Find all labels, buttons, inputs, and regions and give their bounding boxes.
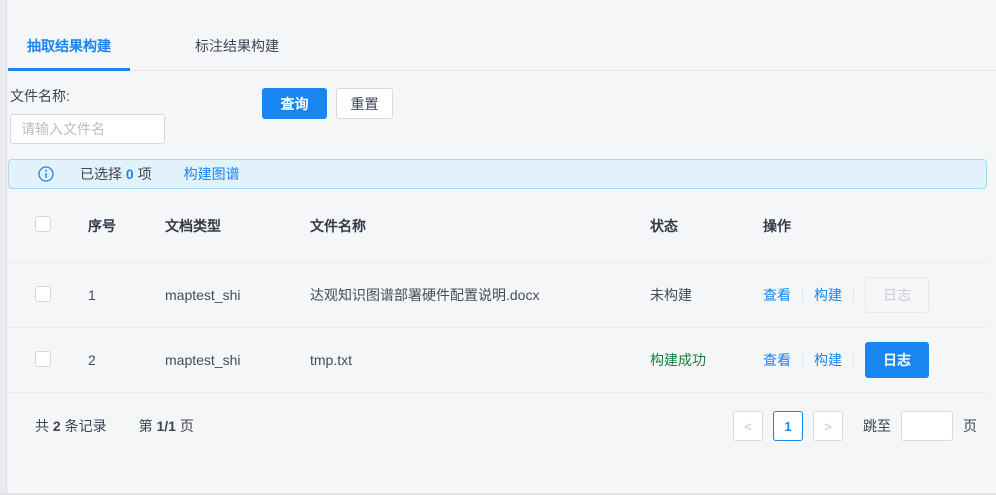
table-row: 2 maptest_shi tmp.txt 构建成功 查看 构建 日志	[8, 328, 987, 393]
jump-page-input[interactable]	[901, 411, 953, 441]
row-status: 构建成功	[650, 350, 763, 370]
header-doc-type: 文档类型	[165, 216, 310, 236]
chevron-left-icon: <	[744, 419, 752, 434]
action-divider	[802, 288, 803, 302]
row-checkbox[interactable]	[35, 286, 51, 302]
selected-count: 0	[126, 166, 134, 182]
chevron-right-icon: >	[824, 419, 832, 434]
filename-input[interactable]	[10, 114, 165, 144]
view-link[interactable]: 查看	[763, 285, 791, 305]
record-summary: 共 2 条记录 第 1/1 页	[8, 416, 194, 436]
next-page-button[interactable]: >	[813, 411, 843, 441]
row-actions: 查看 构建 日志	[763, 342, 987, 378]
search-button[interactable]: 查询	[262, 88, 327, 119]
row-file-name: 达观知识图谱部署硬件配置说明.docx	[310, 285, 650, 305]
tab-extract-label: 抽取结果构建	[27, 38, 111, 54]
row-file-name: tmp.txt	[310, 352, 650, 368]
selected-suffix: 项	[138, 166, 152, 182]
header-checkbox-cell	[8, 216, 88, 235]
active-tab-underline	[8, 68, 130, 71]
total-prefix: 共	[35, 418, 49, 434]
page-suffix: 页	[180, 418, 194, 434]
build-graph-link[interactable]: 构建图谱	[184, 164, 240, 184]
action-divider	[802, 353, 803, 367]
tab-extract-result-build[interactable]: 抽取结果构建	[8, 30, 130, 70]
filter-buttons: 查询 重置	[262, 88, 393, 119]
row-doc-type: maptest_shi	[165, 352, 310, 368]
page-prefix: 第	[139, 418, 153, 434]
row-checkbox-cell	[8, 286, 88, 305]
header-file-name: 文件名称	[310, 216, 650, 236]
row-checkbox-cell	[8, 351, 88, 370]
header-status: 状态	[650, 216, 763, 236]
row-doc-type: maptest_shi	[165, 287, 310, 303]
page-summary-text: 第 1/1 页	[139, 416, 194, 436]
page-value: 1/1	[156, 418, 175, 434]
filename-field-group: 文件名称:	[10, 86, 165, 144]
build-link[interactable]: 构建	[814, 285, 842, 305]
page-number-button[interactable]: 1	[773, 411, 803, 441]
total-suffix: 条记录	[65, 418, 107, 434]
action-divider	[853, 288, 854, 302]
table-row: 1 maptest_shi 达观知识图谱部署硬件配置说明.docx 未构建 查看…	[8, 263, 987, 328]
tab-annotate-label: 标注结果构建	[195, 38, 279, 54]
row-index: 2	[88, 352, 165, 368]
page-edge-strip	[0, 0, 7, 493]
table-footer: 共 2 条记录 第 1/1 页 < 1 > 跳至 页	[8, 410, 987, 442]
prev-page-button[interactable]: <	[733, 411, 763, 441]
select-all-checkbox[interactable]	[35, 216, 51, 232]
filename-label: 文件名称:	[10, 86, 165, 106]
info-icon	[38, 166, 54, 182]
row-status: 未构建	[650, 285, 763, 305]
row-checkbox[interactable]	[35, 351, 51, 367]
tab-annotate-result-build[interactable]: 标注结果构建	[176, 30, 298, 70]
selected-count-text: 已选择 0 项	[80, 164, 152, 184]
filter-section: 文件名称: 查询 重置	[8, 86, 987, 144]
reset-button[interactable]: 重置	[336, 88, 393, 119]
files-table: 序号 文档类型 文件名称 状态 操作 1 maptest_shi 达观知识图谱部…	[8, 189, 987, 393]
selected-prefix: 已选择	[80, 166, 122, 182]
header-actions: 操作	[763, 216, 987, 236]
main-panel: 抽取结果构建 标注结果构建 文件名称: 查询 重置 已选择 0 项	[8, 0, 987, 442]
action-divider	[853, 353, 854, 367]
view-link[interactable]: 查看	[763, 350, 791, 370]
selection-info-bar: 已选择 0 项 构建图谱	[8, 159, 987, 189]
jump-unit-label: 页	[963, 416, 977, 436]
row-actions: 查看 构建 日志	[763, 277, 987, 313]
header-index: 序号	[88, 216, 165, 236]
row-index: 1	[88, 287, 165, 303]
build-link[interactable]: 构建	[814, 350, 842, 370]
tab-bar: 抽取结果构建 标注结果构建	[8, 0, 996, 71]
total-count: 2	[53, 418, 61, 434]
log-button-disabled: 日志	[865, 277, 929, 313]
jump-to-label: 跳至	[863, 416, 891, 436]
total-records-text: 共 2 条记录	[35, 416, 107, 436]
log-button[interactable]: 日志	[865, 342, 929, 378]
pagination: < 1 > 跳至 页	[723, 411, 987, 441]
table-header-row: 序号 文档类型 文件名称 状态 操作	[8, 189, 987, 263]
